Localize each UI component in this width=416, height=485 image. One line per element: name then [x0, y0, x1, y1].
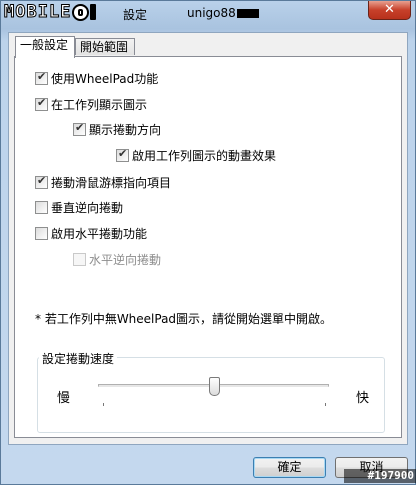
option-label: 垂直逆向捲動 [51, 201, 124, 215]
option-show-scroll-direction[interactable]: 顯示捲動方向 [73, 121, 161, 138]
logo-text: MOBILE [3, 2, 72, 23]
option-reverse-horizontal: 水平逆向捲動 [73, 251, 161, 268]
option-tray-animation[interactable]: 啟用工作列圖示的動畫效果 [116, 147, 276, 164]
option-enable-wheelpad[interactable]: 使用WheelPad功能 [35, 70, 158, 87]
slow-label: 慢 [57, 391, 71, 406]
option-label: 啟用工作列圖示的動畫效果 [132, 149, 277, 163]
option-label: 使用WheelPad功能 [51, 72, 159, 86]
fast-label: 快 [356, 391, 370, 406]
close-button[interactable]: ✕ [368, 1, 411, 20]
tab-general-settings[interactable]: 一般設定 [15, 36, 75, 58]
speed-slider-thumb[interactable] [208, 377, 220, 396]
mobile01-logo: MOBILE [3, 2, 97, 23]
tab-start-range[interactable]: 開始範圍 [75, 38, 135, 55]
redaction-bar [237, 9, 259, 18]
checkbox-reverse-vertical[interactable] [35, 201, 48, 214]
checkbox-show-scroll-direction[interactable] [73, 121, 86, 136]
option-reverse-vertical[interactable]: 垂直逆向捲動 [35, 199, 123, 216]
watermark-text: #197900 [344, 469, 416, 483]
slider-tick-min [103, 403, 104, 406]
dialog-content: 一般設定 開始範圍 使用WheelPad功能 在工作列顯示圖示 顯示捲動方向 啟… [8, 32, 408, 445]
option-label: 啟用水平捲動功能 [51, 227, 148, 241]
option-label: 在工作列顯示圖示 [51, 98, 148, 112]
logo-circle-icon [72, 3, 90, 21]
option-enable-horizontal[interactable]: 啟用水平捲動功能 [35, 225, 147, 242]
title-bar[interactable]: MOBILE 設定 unigo88 ✕ [1, 1, 415, 25]
scroll-speed-title: 設定捲動速度 [39, 350, 118, 367]
option-label: 顯示捲動方向 [89, 123, 162, 137]
checkbox-scroll-under-cursor[interactable] [35, 174, 48, 189]
checkbox-show-tray-icon[interactable] [35, 96, 48, 111]
option-show-tray-icon[interactable]: 在工作列顯示圖示 [35, 96, 147, 113]
username-text: unigo88 [187, 6, 236, 20]
ok-button[interactable]: 確定 [253, 457, 326, 478]
general-settings-panel: 使用WheelPad功能 在工作列顯示圖示 顯示捲動方向 啟用工作列圖示的動畫效… [14, 56, 402, 438]
option-label: 捲動滑鼠游標指向項目 [51, 176, 172, 190]
checkbox-reverse-horizontal [73, 253, 86, 266]
option-scroll-under-cursor[interactable]: 捲動滑鼠游標指向項目 [35, 174, 171, 191]
checkbox-enable-horizontal[interactable] [35, 227, 48, 240]
logo-one-icon [90, 4, 97, 20]
checkbox-enable-wheelpad[interactable] [35, 70, 48, 85]
slider-tick-max [325, 403, 326, 406]
checkbox-tray-animation[interactable] [116, 147, 129, 162]
option-label: 水平逆向捲動 [89, 253, 162, 267]
window-title: 設定 [123, 8, 148, 22]
tray-icon-note: * 若工作列中無WheelPad圖示，請從開始選單中開啟。 [35, 312, 333, 326]
settings-window: MOBILE 設定 unigo88 ✕ 一般設定 開始範圍 使用WheelPad… [0, 0, 416, 485]
